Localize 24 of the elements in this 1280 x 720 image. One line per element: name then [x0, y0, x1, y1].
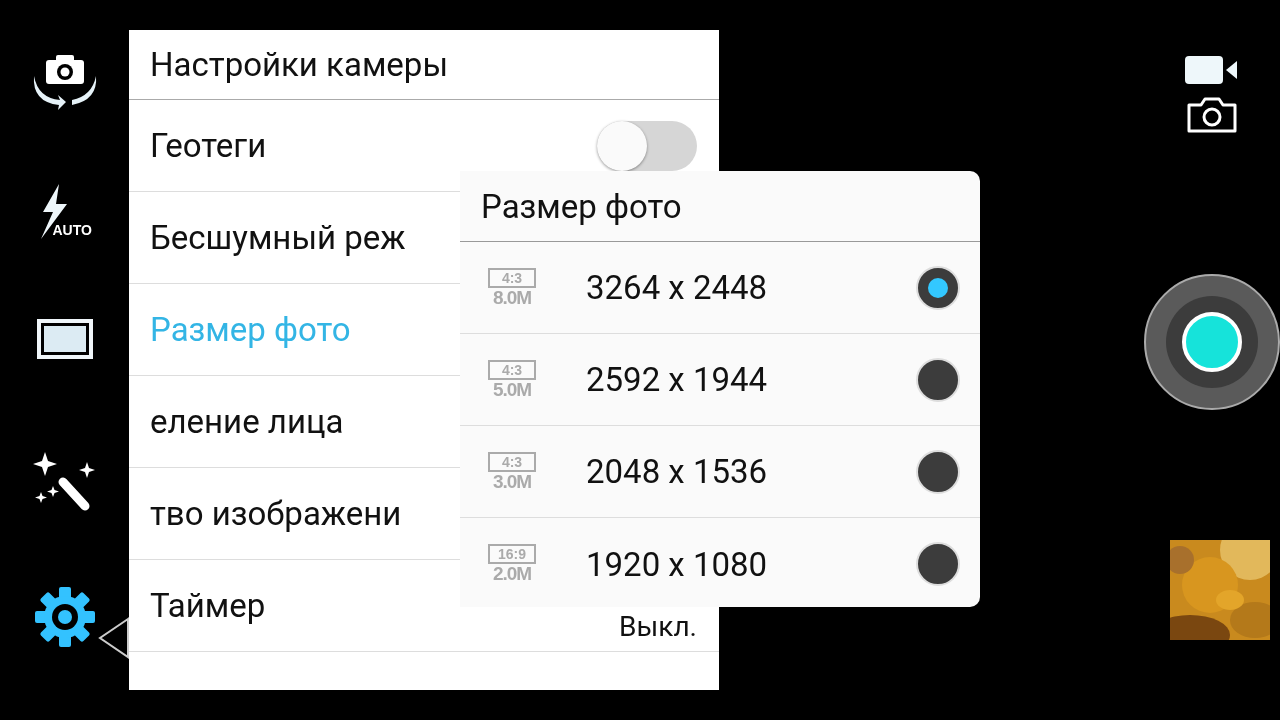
- resolution-option[interactable]: 2048 x 1536: [586, 452, 916, 491]
- radio-button[interactable]: [916, 357, 960, 402]
- setting-label[interactable]: Бесшумный реж: [150, 218, 406, 257]
- setting-label[interactable]: Таймер: [150, 586, 266, 625]
- settings-icon[interactable]: [33, 586, 96, 648]
- resolution-option[interactable]: 2592 x 1944: [586, 360, 916, 399]
- radio-button[interactable]: [916, 542, 960, 586]
- magic-wand-icon[interactable]: [32, 452, 97, 512]
- setting-label[interactable]: Геотеги: [150, 126, 267, 165]
- panel-title: Настройки камеры: [150, 45, 448, 84]
- resolution-option[interactable]: 1920 x 1080: [586, 544, 916, 584]
- setting-label[interactable]: тво изображени: [150, 494, 402, 533]
- radio-button[interactable]: [916, 265, 960, 310]
- flash-mode-label: AUTO: [52, 222, 92, 238]
- video-camera-icon[interactable]: [1185, 56, 1239, 84]
- resolution-option[interactable]: 3264 x 2448: [586, 268, 916, 307]
- camera-icon[interactable]: [1186, 96, 1238, 134]
- frame-icon[interactable]: [35, 318, 94, 360]
- setting-label[interactable]: еление лица: [150, 402, 344, 441]
- back-icon[interactable]: [98, 617, 130, 659]
- setting-value: Выкл.: [619, 610, 697, 643]
- radio-button[interactable]: [916, 449, 960, 494]
- toggle-switch[interactable]: [597, 120, 697, 171]
- dialog-title: Размер фото: [481, 186, 682, 226]
